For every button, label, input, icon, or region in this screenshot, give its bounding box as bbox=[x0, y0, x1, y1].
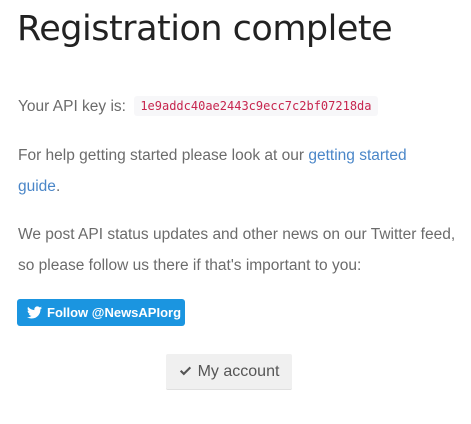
help-text-before: For help getting started please look at … bbox=[18, 147, 309, 164]
twitter-bird-icon bbox=[27, 306, 47, 319]
twitter-follow-label: Follow @NewsAPIorg bbox=[47, 305, 182, 320]
api-key-label: Your API key is: bbox=[18, 98, 126, 115]
my-account-button[interactable]: My account bbox=[166, 354, 292, 390]
help-paragraph: For help getting started please look at … bbox=[18, 140, 448, 202]
page-title: Registration complete bbox=[17, 9, 393, 49]
api-key-value[interactable]: 1e9addc40ae2443c9ecc7c2bf07218da bbox=[134, 96, 378, 116]
api-key-row: Your API key is: 1e9addc40ae2443c9ecc7c2… bbox=[18, 91, 378, 122]
news-paragraph: We post API status updates and other new… bbox=[18, 226, 456, 274]
my-account-label: My account bbox=[197, 362, 280, 380]
help-text-after: . bbox=[55, 178, 61, 195]
twitter-follow-button[interactable]: Follow @NewsAPIorg bbox=[17, 299, 185, 326]
checkmark-icon bbox=[179, 366, 192, 377]
